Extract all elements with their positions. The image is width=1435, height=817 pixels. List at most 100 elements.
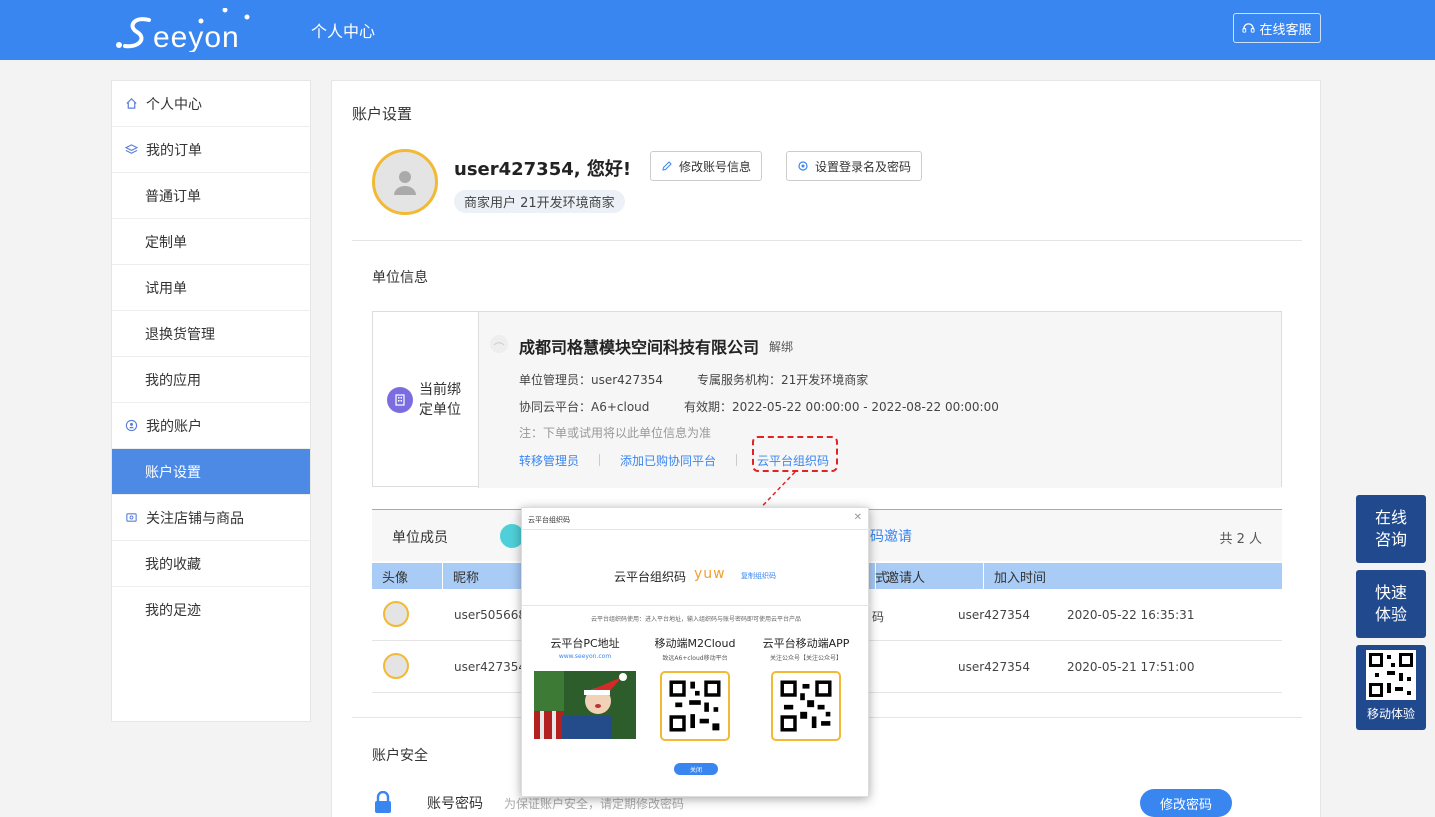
members-title: 单位成员 <box>392 530 448 546</box>
quick-trial-widget[interactable]: 快速体验 <box>1356 570 1426 638</box>
pc-address-title: 云平台PC地址 <box>550 637 620 650</box>
member-join-time: 2020-05-21 17:51:00 <box>1067 660 1195 674</box>
change-password-button[interactable]: 修改密码 <box>1140 789 1232 817</box>
modal-divider <box>522 529 870 530</box>
sidebar-item-label: 定制单 <box>145 234 187 251</box>
pc-address-url[interactable]: www.seeyon.com <box>529 653 641 660</box>
copy-code-link[interactable]: 复制组织码 <box>741 571 776 581</box>
mobile-app-column: 云平台移动端APP 关注公众号【关注公众号】 <box>750 635 862 662</box>
unbind-link[interactable]: 解绑 <box>769 338 793 355</box>
sidebar-item-account-settings[interactable]: 账户设置 <box>112 449 310 495</box>
add-platform-link[interactable]: 添加已购协同平台 <box>620 452 716 469</box>
account-security-title: 账户安全 <box>372 748 428 764</box>
greeting: user427354, 您好! <box>454 159 632 180</box>
sidebar-item-followed-stores[interactable]: 关注店铺与商品 <box>112 495 310 541</box>
member-nickname: user505668 <box>454 608 526 622</box>
user-type-badge: 商家用户 21开发环境商家 <box>454 190 625 213</box>
link-separator <box>736 454 737 466</box>
sidebar-item-label: 试用单 <box>145 280 187 297</box>
sidebar-item-label: 我的收藏 <box>145 556 201 573</box>
org-admin: 单位管理员：user427354 <box>519 373 663 387</box>
highlight-box <box>752 436 838 472</box>
home-icon <box>124 97 138 111</box>
set-login-button[interactable]: 设置登录名及密码 <box>786 151 923 181</box>
sidebar-item-label: 我的足迹 <box>145 603 201 619</box>
sidebar-item-footprints[interactable]: 我的足迹 <box>112 587 310 633</box>
current-org-label: 当前绑定单位 <box>419 382 461 418</box>
modal-divider <box>522 605 870 606</box>
mobile-app-subtitle: 关注公众号【关注公众号】 <box>769 655 842 662</box>
org-card-left: 当前绑定单位 <box>373 312 479 488</box>
org-note: 注：下单或试用将以此单位信息为准 <box>519 426 712 440</box>
password-hint: 为保证账户安全，请定期修改密码 <box>504 797 685 811</box>
mobile-app-title: 云平台移动端APP <box>762 637 850 650</box>
divider <box>352 240 1302 241</box>
modal-title: 云平台组织码 <box>528 516 570 524</box>
mobile-experience-widget[interactable]: 移动体验 <box>1356 645 1426 730</box>
user-circle-icon <box>124 419 138 433</box>
sidebar-item-label: 个人中心 <box>146 96 202 113</box>
avatar[interactable] <box>372 149 438 215</box>
sidebar-item-label: 普通订单 <box>145 188 201 205</box>
member-join-time: 2020-05-22 16:35:31 <box>1067 608 1195 622</box>
sidebar-item-label: 关注店铺与商品 <box>146 510 244 527</box>
member-inviter: user427354 <box>958 608 1030 622</box>
org-details: 成都司格慧模块空间科技有限公司 解绑 单位管理员：user427354 专属服务… <box>479 312 1281 488</box>
sidebar-item-returns[interactable]: 退换货管理 <box>112 311 310 357</box>
org-info-title: 单位信息 <box>372 270 428 286</box>
sidebar-item-personal-center[interactable]: 个人中心 <box>112 81 310 127</box>
online-service-label: 在线客服 <box>1259 22 1312 38</box>
lock-icon <box>375 791 391 813</box>
sidebar-item-my-account[interactable]: 我的账户 <box>112 403 310 449</box>
building-icon <box>387 387 413 413</box>
promo-photo <box>534 671 636 739</box>
org-validity: 有效期：2022-05-22 00:00:00 - 2022-08-22 00:… <box>684 400 999 414</box>
pencil-icon <box>662 161 672 171</box>
sidebar-item-label: 退换货管理 <box>145 326 215 343</box>
company-name: 成都司格慧模块空间科技有限公司 <box>519 338 760 357</box>
sidebar-item-trial-orders[interactable]: 试用单 <box>112 265 310 311</box>
online-consult-label: 在线咨询 <box>1374 508 1407 549</box>
col-method-label: 式 <box>875 570 889 586</box>
col-nickname: 昵称 <box>443 563 523 589</box>
close-icon[interactable]: ✕ <box>854 512 862 523</box>
m2cloud-subtitle: 致远A6+cloud移动平台 <box>662 655 728 662</box>
m2cloud-qr-code <box>660 671 730 741</box>
m2cloud-title: 移动端M2Cloud <box>654 637 736 650</box>
col-avatar: 头像 <box>372 563 443 589</box>
seeyon-logo[interactable]: eeyon <box>115 8 265 52</box>
member-count: 共 2 人 <box>1219 532 1262 547</box>
org-platform: 协同云平台：A6+cloud <box>519 400 650 414</box>
gear-icon <box>798 161 808 171</box>
col-join-time: 加入时间 <box>994 570 1047 586</box>
org-code-modal: 云平台组织码 ✕ 云平台组织码 yuw 复制组织码 云平台组织码使用：进入平台地… <box>521 507 870 797</box>
transfer-admin-link[interactable]: 转移管理员 <box>519 452 579 469</box>
sidebar-item-my-orders[interactable]: 我的订单 <box>112 127 310 173</box>
online-service-button[interactable]: 在线客服 <box>1233 13 1321 43</box>
sidebar-item-label: 我的应用 <box>145 372 201 389</box>
online-consult-widget[interactable]: 在线咨询 <box>1356 495 1426 563</box>
edit-account-label: 修改账号信息 <box>679 159 752 174</box>
sidebar-item-label: 账户设置 <box>145 464 201 481</box>
wechat-qr-code <box>771 671 841 741</box>
sidebar-item-my-apps[interactable]: 我的应用 <box>112 357 310 403</box>
user-placeholder-icon <box>394 171 416 195</box>
mobile-experience-label: 移动体验 <box>1366 707 1415 721</box>
modal-close-button[interactable]: 关闭 <box>674 763 718 775</box>
password-label: 账号密码 <box>427 796 483 812</box>
quick-trial-label: 快速体验 <box>1374 583 1407 624</box>
svg-text:eeyon: eeyon <box>153 21 240 52</box>
pc-address-column: 云平台PC地址 www.seeyon.com <box>529 635 641 660</box>
edit-account-button[interactable]: 修改账号信息 <box>650 151 763 181</box>
sidebar-item-favorites[interactable]: 我的收藏 <box>112 541 310 587</box>
modal-code-label: 云平台组织码 <box>614 570 687 584</box>
company-logo-icon <box>490 335 508 353</box>
account-settings-title: 账户设置 <box>352 105 413 123</box>
member-avatar <box>383 601 409 627</box>
sidebar-item-normal-orders[interactable]: 普通订单 <box>112 173 310 219</box>
headset-icon <box>1242 22 1256 33</box>
org-agency: 专属服务机构：21开发环境商家 <box>697 373 869 387</box>
layers-icon <box>124 143 138 157</box>
sidebar-item-custom-orders[interactable]: 定制单 <box>112 219 310 265</box>
code-invite-link[interactable]: 码邀请 <box>870 526 912 546</box>
